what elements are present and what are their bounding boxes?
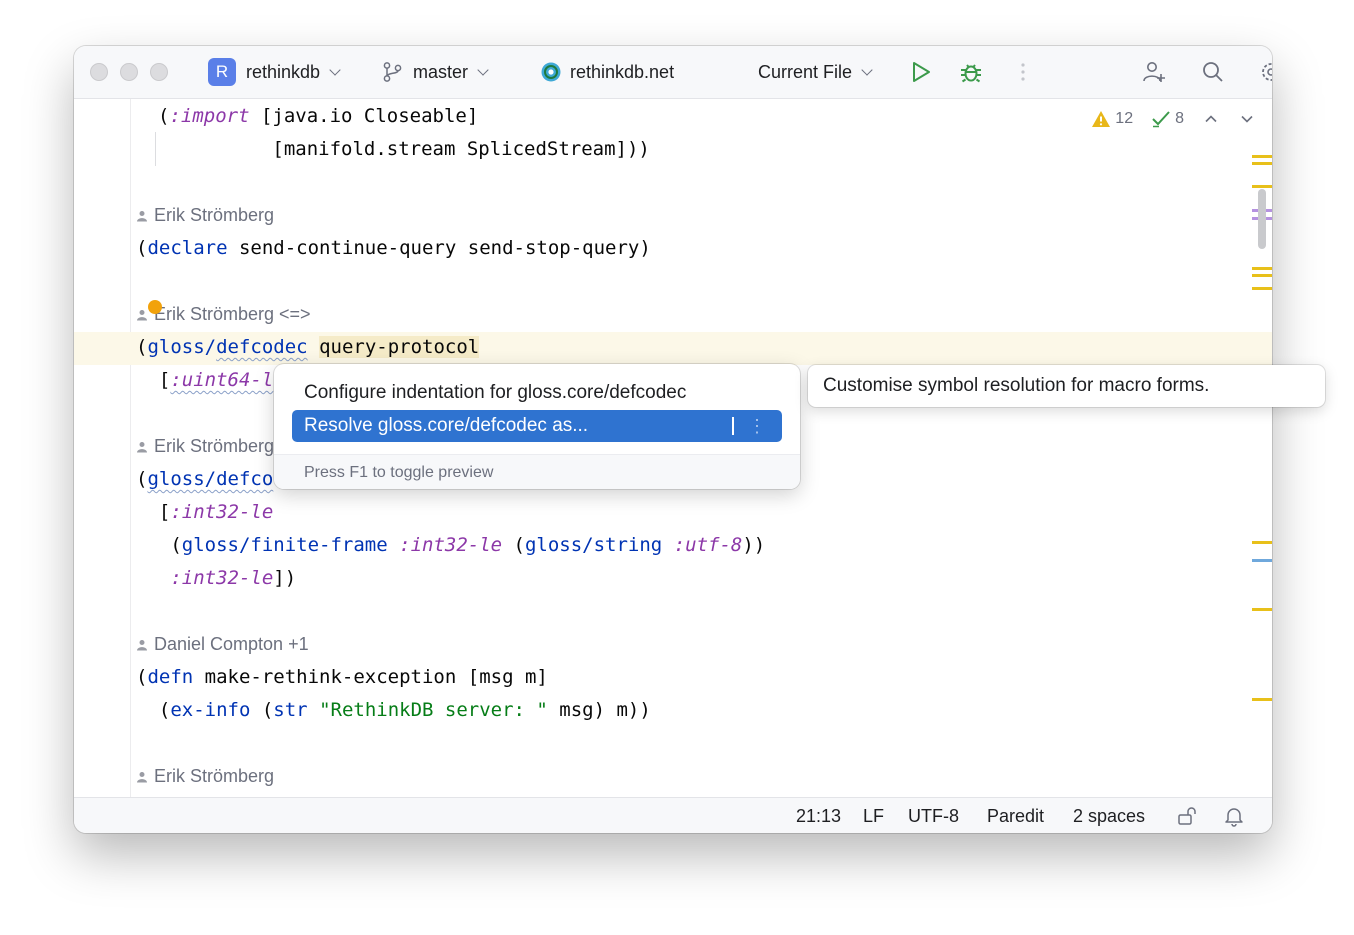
indent-setting[interactable]: 2 spaces — [1073, 798, 1145, 833]
indent-guide — [155, 132, 156, 166]
settings-icon[interactable] — [1258, 59, 1272, 85]
chevron-down-icon — [861, 63, 873, 76]
branch-name: master — [413, 61, 469, 82]
zoom-window-button[interactable] — [150, 63, 168, 81]
person-icon — [137, 310, 147, 321]
error-stripe-marker[interactable] — [1252, 559, 1272, 562]
run-config-label: Current File — [758, 61, 853, 82]
add-user-icon[interactable] — [1141, 59, 1167, 85]
branch-widget[interactable]: master — [382, 46, 489, 98]
status-bar: 21:13 LF UTF-8 Paredit 2 spaces — [74, 797, 1272, 833]
inlay-author[interactable]: Erik Strömberg — [136, 430, 274, 463]
code-line: (gloss/defcodec query-protocol — [136, 336, 480, 358]
notification-bell-icon[interactable] — [1223, 805, 1245, 827]
error-stripe-marker[interactable] — [1252, 608, 1272, 611]
symbol-highlight: query-protocol — [319, 336, 480, 358]
inlay-author[interactable]: Erik Strömberg — [136, 760, 274, 793]
more-options-icon[interactable]: ⋮ — [748, 410, 766, 442]
more-icon[interactable] — [1010, 59, 1036, 85]
line-separator[interactable]: LF — [863, 798, 884, 833]
project-badge: R — [208, 58, 236, 86]
globe-icon — [541, 62, 561, 82]
code-line: [:uint64-l — [136, 369, 274, 391]
inlay-author[interactable]: Daniel Compton +1 — [136, 628, 309, 661]
minimize-window-button[interactable] — [120, 63, 138, 81]
code-line: (ex-info (str "RethinkDB server: " msg) … — [136, 699, 651, 721]
code-line: (declare send-continue-query send-stop-q… — [136, 237, 651, 259]
project-name: rethinkdb — [246, 61, 321, 82]
error-stripe-marker[interactable] — [1252, 698, 1272, 701]
action-label: Configure indentation for gloss.core/def… — [304, 382, 687, 403]
problems-widget[interactable]: 12 8 — [1091, 105, 1256, 133]
title-bar: R rethinkdb master rethinkdb.net Current… — [74, 46, 1272, 99]
check-icon — [1152, 111, 1170, 128]
person-icon — [137, 442, 147, 453]
unlock-icon[interactable] — [1177, 806, 1199, 826]
code-line: [manifold.stream SplicedStream])) — [158, 138, 650, 160]
error-stripe-marker[interactable] — [1252, 541, 1272, 544]
remote-name: rethinkdb.net — [570, 61, 675, 82]
branch-icon — [383, 62, 402, 82]
warnings-counter[interactable]: 12 — [1091, 110, 1133, 128]
chevron-down-icon[interactable] — [1238, 110, 1256, 128]
warning-icon — [1092, 111, 1111, 127]
code-line: (:import [java.io Closeable] — [158, 105, 479, 127]
caret-position[interactable]: 21:13 — [796, 798, 841, 833]
intention-bulb-icon[interactable] — [148, 300, 162, 314]
checks-counter[interactable]: 8 — [1151, 110, 1184, 128]
chevron-down-icon — [329, 63, 341, 76]
error-stripe-marker[interactable] — [1252, 185, 1272, 188]
person-icon — [137, 640, 147, 651]
inlay-author[interactable]: Erik Strömberg <=> — [136, 298, 311, 331]
intention-description-tooltip: Customise symbol resolution for macro fo… — [808, 365, 1325, 407]
action-label: Resolve gloss.core/defcodec as... — [304, 415, 589, 436]
popup-footer-hint: Press F1 to toggle preview — [274, 454, 800, 489]
gutter-divider — [130, 99, 131, 797]
configure-indentation-action[interactable]: Configure indentation for gloss.core/def… — [292, 377, 782, 409]
close-window-button[interactable] — [90, 63, 108, 81]
intention-actions-popup: Configure indentation for gloss.core/def… — [274, 364, 800, 489]
text-caret — [732, 417, 734, 435]
chevron-down-icon — [477, 63, 489, 76]
file-encoding[interactable]: UTF-8 — [908, 798, 959, 833]
chevron-up-icon[interactable] — [1202, 110, 1220, 128]
editing-mode[interactable]: Paredit — [987, 798, 1044, 833]
resolve-macro-action[interactable]: Resolve gloss.core/defcodec as... ⋮ — [292, 410, 782, 442]
run-config-selector[interactable]: Current File — [758, 46, 873, 98]
warnings-count: 12 — [1115, 110, 1134, 127]
error-stripe-marker[interactable] — [1252, 287, 1272, 290]
code-line: [:int32-le — [136, 501, 274, 523]
error-stripe-marker[interactable] — [1252, 162, 1272, 165]
code-line: (defn make-rethink-exception [msg m] — [136, 666, 548, 688]
remote-widget[interactable]: rethinkdb.net — [540, 46, 674, 98]
person-icon — [137, 772, 147, 783]
code-line: :int32-le]) — [170, 567, 297, 589]
checks-count: 8 — [1175, 110, 1184, 127]
code-line: (gloss/finite-frame :int32-le (gloss/str… — [136, 534, 766, 556]
vertical-scrollbar[interactable] — [1258, 189, 1266, 249]
debug-icon[interactable] — [958, 59, 984, 85]
search-icon[interactable] — [1200, 59, 1226, 85]
error-stripe-marker[interactable] — [1252, 274, 1272, 277]
inlay-author[interactable]: Erik Strömberg — [136, 199, 274, 232]
code-line: (gloss/defco — [136, 468, 274, 490]
person-icon — [137, 211, 147, 222]
error-stripe-marker[interactable] — [1252, 155, 1272, 158]
project-widget[interactable]: R rethinkdb — [208, 46, 341, 98]
run-icon[interactable] — [908, 59, 934, 85]
error-stripe-marker[interactable] — [1252, 267, 1272, 270]
